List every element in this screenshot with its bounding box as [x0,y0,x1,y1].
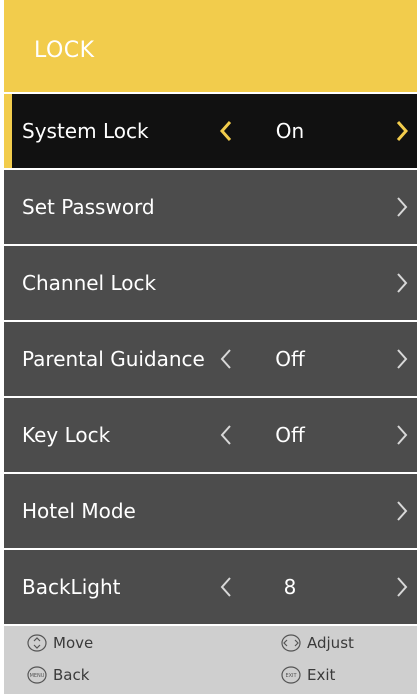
menu-item-key-lock[interactable]: Key Lock Off [4,398,417,472]
chevron-right-icon[interactable] [394,423,410,447]
menu-item-backlight[interactable]: BackLight 8 [4,550,417,624]
chevron-left-icon[interactable] [218,575,234,599]
menu-title: LOCK [34,38,95,63]
chevron-left-icon[interactable] [218,423,234,447]
hint-back: MENU Back [26,666,89,684]
menu-item-system-lock[interactable]: System Lock On [4,94,417,168]
menu-item-channel-lock[interactable]: Channel Lock [4,246,417,320]
hint-back-label: Back [53,666,90,684]
chevron-right-icon[interactable] [394,119,410,143]
navigate-leftright-icon [281,634,301,652]
menu-item-label: Channel Lock [22,271,157,295]
menu-item-hotel-mode[interactable]: Hotel Mode [4,474,417,548]
svg-text:MENU: MENU [30,673,45,679]
chevron-right-icon[interactable] [394,575,410,599]
hint-adjust-label: Adjust [307,634,354,652]
menu-item-label: Hotel Mode [22,499,136,523]
menu-item-label: Parental Guidance [22,347,205,371]
hint-exit-label: Exit [307,666,336,684]
chevron-right-icon[interactable] [394,271,410,295]
menu-item-value: On [275,119,305,143]
menu-item-label: BackLight [22,575,121,599]
selection-indicator [4,94,12,168]
lock-menu-panel: LOCK System Lock On Set Password Channel… [4,0,417,694]
hint-move: Move [26,634,93,652]
chevron-right-icon[interactable] [394,347,410,371]
chevron-right-icon[interactable] [394,499,410,523]
menu-item-value: 8 [283,575,297,599]
key-hint-bar: Move Adjust MENU Back EXIT Exit [4,626,417,694]
menu-key-icon: MENU [27,666,47,684]
menu-header: LOCK [4,0,417,92]
menu-item-value: Off [275,347,305,371]
chevron-left-icon[interactable] [218,119,234,143]
hint-adjust: Adjust [280,634,354,652]
chevron-right-icon[interactable] [394,195,410,219]
exit-key-icon: EXIT [281,666,301,684]
navigate-updown-icon [27,634,47,652]
hint-exit: EXIT Exit [280,666,335,684]
menu-item-label: Set Password [22,195,155,219]
menu-item-value: Off [275,423,305,447]
chevron-left-icon[interactable] [218,347,234,371]
hint-move-label: Move [53,634,94,652]
menu-item-label: System Lock [22,119,149,143]
menu-item-parental-guidance[interactable]: Parental Guidance Off [4,322,417,396]
svg-text:EXIT: EXIT [285,673,297,679]
menu-item-label: Key Lock [22,423,111,447]
menu-item-set-password[interactable]: Set Password [4,170,417,244]
